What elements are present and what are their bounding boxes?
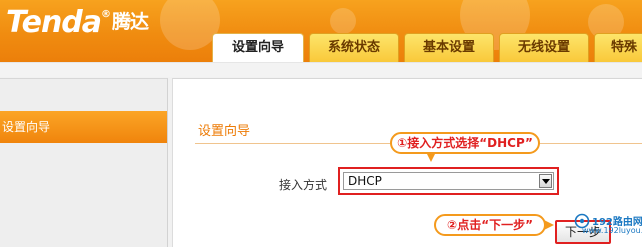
tenda-logo: Tenda® 腾达	[6, 5, 149, 40]
access-method-label: 接入方式	[279, 178, 328, 192]
section-title: 设置向导	[198, 124, 251, 139]
main-panel: 设置向导 接入方式 DHCP ①接入方式选择“DHCP” ②点击“下一步” 下一…	[172, 78, 642, 247]
annotation-step1: ①接入方式选择“DHCP”	[390, 132, 540, 154]
logo-text: Tenda	[6, 5, 102, 40]
decor-bubble	[330, 8, 356, 34]
decor-bubble	[160, 0, 220, 50]
logo-cn-text: 腾达	[112, 11, 149, 33]
access-method-select[interactable]: DHCP	[343, 172, 554, 190]
tab-special[interactable]: 特殊	[594, 33, 642, 62]
header-strip	[0, 62, 642, 77]
watermark: 192路由网 www.192luyou.com	[574, 213, 642, 243]
sidebar: 设置向导	[0, 78, 168, 247]
dropdown-arrow-icon[interactable]	[539, 174, 552, 188]
tab-setup-wizard[interactable]: 设置向导	[212, 33, 304, 62]
tab-system-status[interactable]: 系统状态	[309, 33, 399, 62]
access-method-highlight: DHCP	[338, 167, 559, 195]
sidebar-item-setup-wizard[interactable]: 设置向导	[0, 111, 167, 143]
tab-wireless-settings[interactable]: 无线设置	[499, 33, 589, 62]
watermark-url: www.192luyou.com	[582, 226, 642, 235]
access-method-value: DHCP	[348, 174, 382, 188]
annotation-step2: ②点击“下一步”	[434, 214, 546, 236]
annotation-step2-pointer	[544, 220, 554, 230]
tab-basic-settings[interactable]: 基本设置	[404, 33, 494, 62]
annotation-step1-pointer	[426, 152, 436, 162]
registered-mark: ®	[101, 9, 111, 20]
top-header: Tenda® 腾达 设置向导 系统状态 基本设置 无线设置 特殊	[0, 0, 642, 62]
